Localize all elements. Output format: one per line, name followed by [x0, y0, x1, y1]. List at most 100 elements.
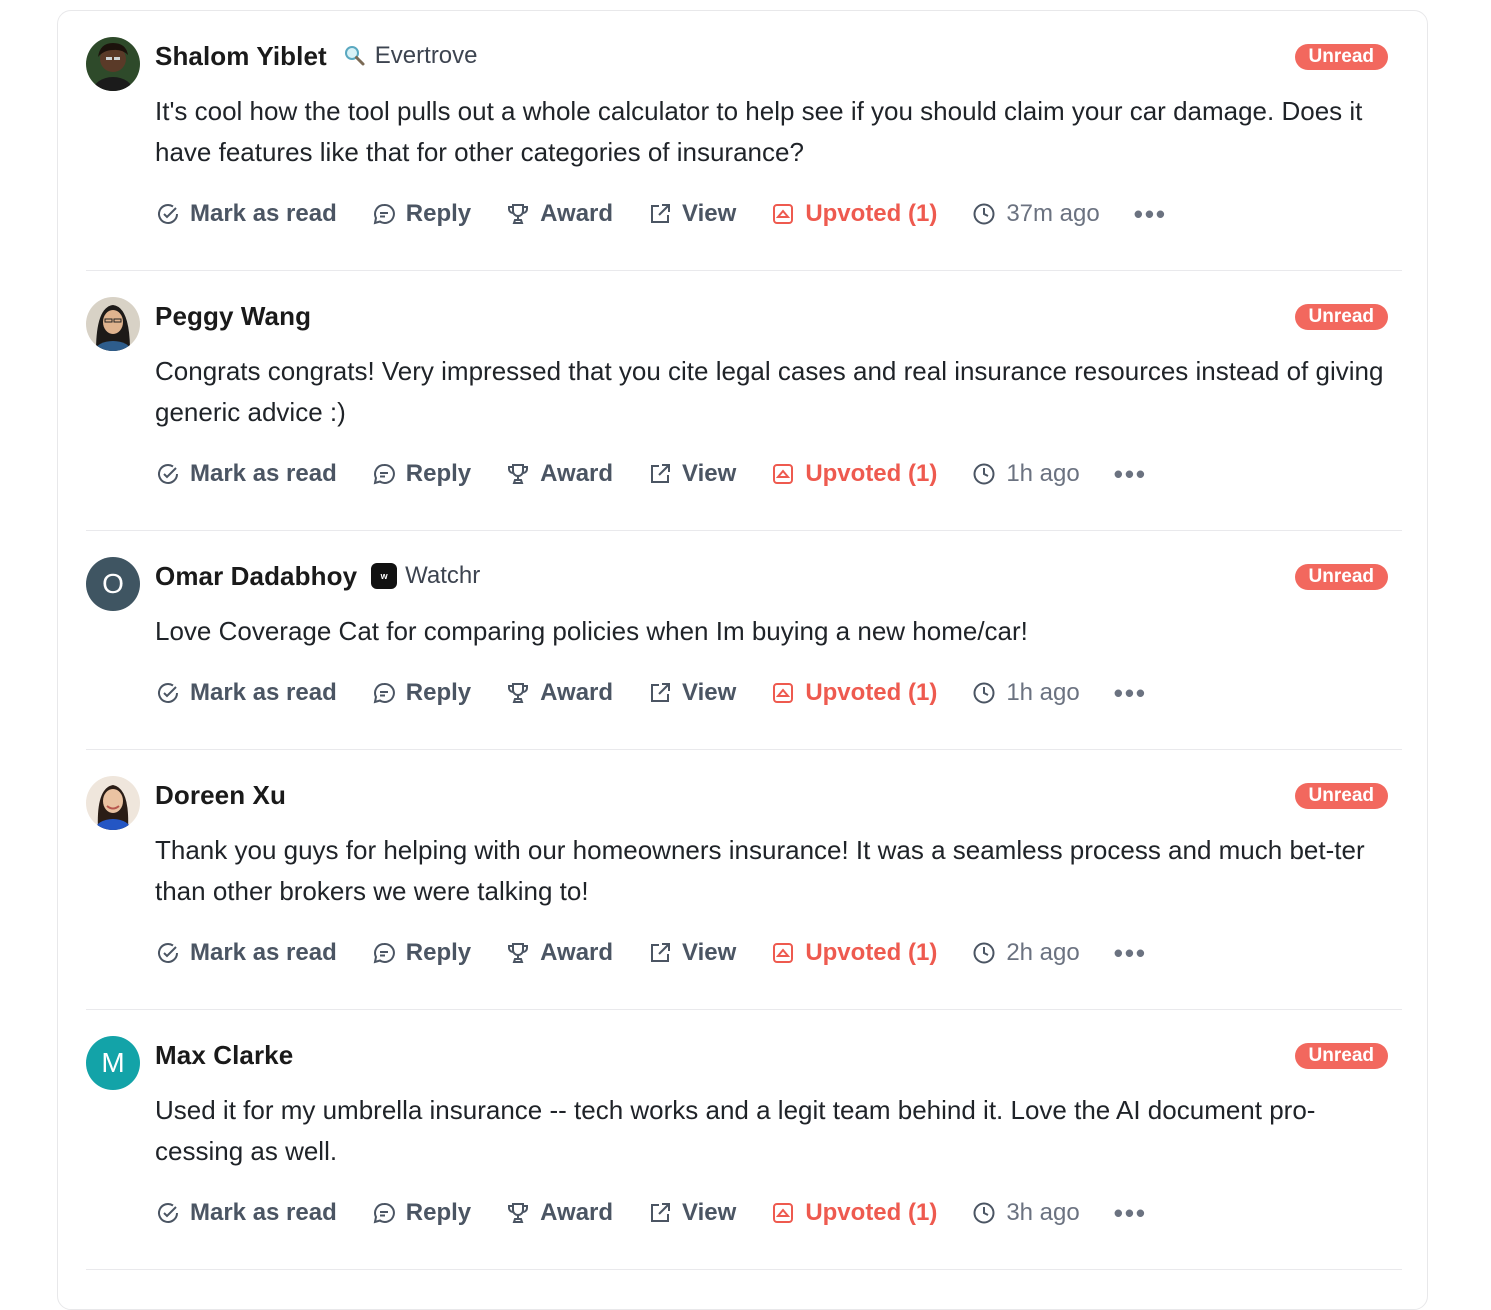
- award-button[interactable]: Award: [505, 200, 613, 228]
- unread-badge: Unread: [1294, 304, 1388, 330]
- avatar[interactable]: [86, 37, 140, 91]
- mark-as-read-button[interactable]: Mark as read: [155, 460, 337, 488]
- chat-bubble-icon: [371, 201, 397, 227]
- check-circle-icon: [155, 1200, 181, 1226]
- view-button[interactable]: View: [647, 200, 736, 228]
- mark-as-read-button[interactable]: Mark as read: [155, 679, 337, 707]
- comment-item: M Max Clarke Unread Used it for my umbre…: [86, 1010, 1402, 1270]
- award-button[interactable]: Award: [505, 460, 613, 488]
- view-button[interactable]: View: [647, 939, 736, 967]
- more-options-button[interactable]: •••: [1114, 938, 1147, 969]
- unread-badge: Unread: [1294, 44, 1388, 70]
- clock-icon: [971, 201, 997, 227]
- check-circle-icon: [155, 940, 181, 966]
- unread-badge: Unread: [1294, 564, 1388, 590]
- clock-icon: [971, 940, 997, 966]
- reply-button[interactable]: Reply: [371, 460, 471, 488]
- comment-header: Max Clarke: [155, 1038, 293, 1072]
- comment-header: Peggy Wang: [155, 299, 311, 333]
- company-name: Watchr: [405, 562, 481, 589]
- view-button[interactable]: View: [647, 679, 736, 707]
- company-name: Evertrove: [374, 42, 478, 69]
- external-link-icon: [647, 680, 673, 706]
- view-button[interactable]: View: [647, 460, 736, 488]
- chat-bubble-icon: [371, 940, 397, 966]
- upvote-icon: [770, 461, 796, 487]
- chat-bubble-icon: [371, 1200, 397, 1226]
- reply-button[interactable]: Reply: [371, 200, 471, 228]
- trophy-icon: [505, 461, 531, 487]
- comment-text: Congrats congrats! Very impressed that y…: [155, 356, 1384, 427]
- view-button[interactable]: View: [647, 1199, 736, 1227]
- avatar[interactable]: M: [86, 1036, 140, 1090]
- unread-badge: Unread: [1294, 1043, 1388, 1069]
- magnifier-icon: [341, 43, 367, 69]
- watchr-logo-icon: w: [371, 563, 398, 589]
- award-button[interactable]: Award: [505, 1199, 613, 1227]
- more-options-button[interactable]: •••: [1114, 1198, 1147, 1229]
- trophy-icon: [505, 680, 531, 706]
- clock-icon: [971, 680, 997, 706]
- chat-bubble-icon: [371, 461, 397, 487]
- upvote-button[interactable]: Upvoted (1): [770, 460, 937, 488]
- more-options-button[interactable]: •••: [1114, 459, 1147, 490]
- comment-actions: Mark as read Reply Award View Upvoted (1…: [155, 676, 1147, 710]
- external-link-icon: [647, 940, 673, 966]
- author-name[interactable]: Doreen Xu: [155, 780, 286, 811]
- author-name[interactable]: Max Clarke: [155, 1040, 293, 1071]
- more-options-button[interactable]: •••: [1134, 199, 1167, 230]
- clock-icon: [971, 1200, 997, 1226]
- mark-as-read-button[interactable]: Mark as read: [155, 939, 337, 967]
- author-name[interactable]: Shalom Yiblet: [155, 41, 327, 72]
- clock-icon: [971, 461, 997, 487]
- upvote-icon: [770, 940, 796, 966]
- company-tag[interactable]: Evertrove: [341, 42, 478, 70]
- mark-as-read-button[interactable]: Mark as read: [155, 200, 337, 228]
- check-circle-icon: [155, 201, 181, 227]
- author-name[interactable]: Omar Dadabhoy: [155, 561, 357, 592]
- trophy-icon: [505, 940, 531, 966]
- comment-item: Peggy Wang Unread Congrats congrats! Ver…: [86, 271, 1402, 531]
- timestamp: 1h ago: [971, 460, 1080, 488]
- upvote-button[interactable]: Upvoted (1): [770, 679, 937, 707]
- check-circle-icon: [155, 461, 181, 487]
- avatar[interactable]: O: [86, 557, 140, 611]
- comment-header: Doreen Xu: [155, 778, 286, 812]
- comment-actions: Mark as read Reply Award View Upvoted (1…: [155, 1196, 1147, 1230]
- upvote-button[interactable]: Upvoted (1): [770, 1199, 937, 1227]
- external-link-icon: [647, 1200, 673, 1226]
- award-button[interactable]: Award: [505, 939, 613, 967]
- timestamp: 2h ago: [971, 939, 1080, 967]
- mark-as-read-button[interactable]: Mark as read: [155, 1199, 337, 1227]
- comments-card: Shalom Yiblet Evertrove Unread It's cool…: [57, 10, 1428, 1310]
- comment-actions: Mark as read Reply Award View Upvoted (1…: [155, 457, 1147, 491]
- trophy-icon: [505, 201, 531, 227]
- comment-item: Doreen Xu Unread Thank you guys for help…: [86, 750, 1402, 1010]
- upvote-icon: [770, 201, 796, 227]
- company-tag[interactable]: w Watchr: [371, 562, 480, 590]
- chat-bubble-icon: [371, 680, 397, 706]
- avatar[interactable]: [86, 297, 140, 351]
- reply-button[interactable]: Reply: [371, 939, 471, 967]
- reply-button[interactable]: Reply: [371, 679, 471, 707]
- timestamp: 37m ago: [971, 200, 1100, 228]
- upvote-button[interactable]: Upvoted (1): [770, 939, 937, 967]
- avatar[interactable]: [86, 776, 140, 830]
- comment-actions: Mark as read Reply Award View Upvoted (1…: [155, 936, 1147, 970]
- comment-actions: Mark as read Reply Award View Upvoted (1…: [155, 197, 1167, 231]
- comment-text: Love Coverage Cat for comparing policies…: [155, 616, 1028, 646]
- comment-header: Omar Dadabhoy w Watchr: [155, 559, 480, 593]
- comment-header: Shalom Yiblet Evertrove: [155, 39, 478, 73]
- author-name[interactable]: Peggy Wang: [155, 301, 311, 332]
- upvote-icon: [770, 1200, 796, 1226]
- comment-text: Used it for my umbrella insurance -- tec…: [155, 1095, 1316, 1166]
- reply-button[interactable]: Reply: [371, 1199, 471, 1227]
- more-options-button[interactable]: •••: [1114, 678, 1147, 709]
- comment-text: Thank you guys for helping with our home…: [155, 835, 1365, 906]
- upvote-button[interactable]: Upvoted (1): [770, 200, 937, 228]
- timestamp: 3h ago: [971, 1199, 1080, 1227]
- check-circle-icon: [155, 680, 181, 706]
- award-button[interactable]: Award: [505, 679, 613, 707]
- external-link-icon: [647, 461, 673, 487]
- trophy-icon: [505, 1200, 531, 1226]
